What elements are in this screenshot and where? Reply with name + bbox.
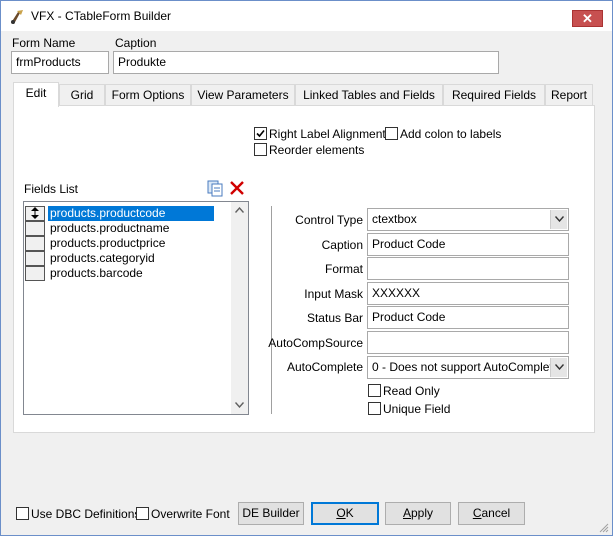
delete-icon[interactable] [228, 179, 246, 197]
fields-list-label: Fields List [24, 182, 79, 196]
window-title: VFX - CTableForm Builder [31, 9, 172, 23]
list-item[interactable]: products.productcode [25, 206, 232, 221]
move-handle-icon[interactable] [25, 251, 45, 266]
list-item-label: products.productprice [50, 236, 166, 250]
list-item[interactable]: products.productprice [25, 236, 232, 251]
list-item-label: products.barcode [50, 266, 143, 280]
right-label-alignment-checkbox[interactable] [254, 127, 267, 140]
list-item-label: products.productcode [48, 206, 214, 221]
apply-accel: A [402, 506, 411, 520]
list-item[interactable]: products.productname [25, 221, 232, 236]
list-item-label: products.categoryid [50, 251, 155, 265]
control-type-label: Control Type [295, 213, 363, 227]
autocomplete-select[interactable]: 0 - Does not support AutoComplete [367, 356, 569, 379]
builder-window: VFX - CTableForm Builder ✕ Form Name frm… [0, 0, 613, 536]
apply-rest: pply [411, 506, 434, 520]
move-handle-icon[interactable] [25, 221, 45, 236]
status-bar-label: Status Bar [306, 311, 363, 325]
ok-accel: O [336, 506, 346, 520]
input-mask-label: Input Mask [304, 287, 363, 301]
ok-rest: K [345, 506, 354, 520]
list-item-label: products.productname [50, 221, 170, 235]
reorder-elements-checkbox[interactable] [254, 143, 267, 156]
app-icon [9, 9, 25, 25]
copy-icon[interactable] [206, 179, 224, 197]
input-mask-input[interactable]: XXXXXX [367, 282, 569, 305]
fields-listbox[interactable]: products.productcode products.productnam… [23, 201, 249, 415]
form-name-label: Form Name [12, 36, 76, 50]
autocomp-source-input[interactable] [367, 331, 569, 354]
control-type-select[interactable]: ctextbox [367, 208, 569, 231]
chevron-down-icon[interactable] [550, 210, 567, 229]
add-colon-label: Add colon to labels [400, 127, 502, 141]
scroll-up-icon[interactable] [231, 202, 248, 219]
tab-edit[interactable]: Edit [13, 82, 59, 107]
add-colon-checkbox[interactable] [385, 127, 398, 140]
fields-scrollbar[interactable] [231, 202, 248, 414]
caption-label: Caption [115, 36, 157, 50]
panel-divider [271, 206, 272, 414]
scroll-down-icon[interactable] [231, 397, 248, 414]
cancel-rest: ancel [481, 506, 511, 520]
status-bar-input[interactable]: Product Code [367, 306, 569, 329]
resize-grip-icon[interactable] [599, 522, 609, 533]
tab-required-fields[interactable]: Required Fields [443, 84, 545, 106]
unique-field-label: Unique Field [383, 402, 451, 416]
move-handle-icon[interactable] [25, 236, 45, 251]
close-button[interactable]: ✕ [572, 10, 603, 27]
read-only-checkbox[interactable] [368, 384, 381, 397]
control-type-value: ctextbox [372, 212, 417, 226]
prop-caption-input[interactable]: Product Code [367, 233, 569, 256]
overwrite-font-label: Overwrite Font [151, 507, 230, 521]
read-only-label: Read Only [383, 384, 440, 398]
ok-button[interactable]: OK [311, 502, 379, 525]
list-item[interactable]: products.barcode [25, 266, 232, 281]
tab-report[interactable]: Report [545, 84, 593, 106]
check-icon [256, 129, 265, 138]
tab-form-options[interactable]: Form Options [105, 84, 191, 106]
autocomp-source-label: AutoCompSource [268, 336, 363, 350]
autocomplete-value: 0 - Does not support AutoComplete [372, 360, 560, 374]
cancel-button[interactable]: Cancel [458, 502, 525, 525]
autocomplete-label: AutoComplete [286, 360, 363, 374]
apply-button[interactable]: Apply [385, 502, 451, 525]
tab-grid[interactable]: Grid [59, 84, 105, 106]
format-label: Format [324, 262, 363, 276]
prop-caption-label: Caption [321, 238, 363, 252]
format-input[interactable] [367, 257, 569, 280]
chevron-down-icon[interactable] [550, 358, 567, 377]
unique-field-checkbox[interactable] [368, 402, 381, 415]
move-handle-icon[interactable] [25, 266, 45, 281]
list-item[interactable]: products.categoryid [25, 251, 232, 266]
move-handle-icon[interactable] [25, 206, 45, 221]
form-name-input[interactable]: frmProducts [11, 51, 109, 74]
use-dbc-checkbox[interactable] [16, 507, 29, 520]
de-builder-button[interactable]: DE Builder [238, 502, 304, 525]
property-labels: Control Type Caption Format Input Mask S… [268, 1, 363, 421]
overwrite-font-checkbox[interactable] [136, 507, 149, 520]
close-icon: ✕ [582, 11, 593, 26]
use-dbc-label: Use DBC Definitions [31, 507, 141, 521]
